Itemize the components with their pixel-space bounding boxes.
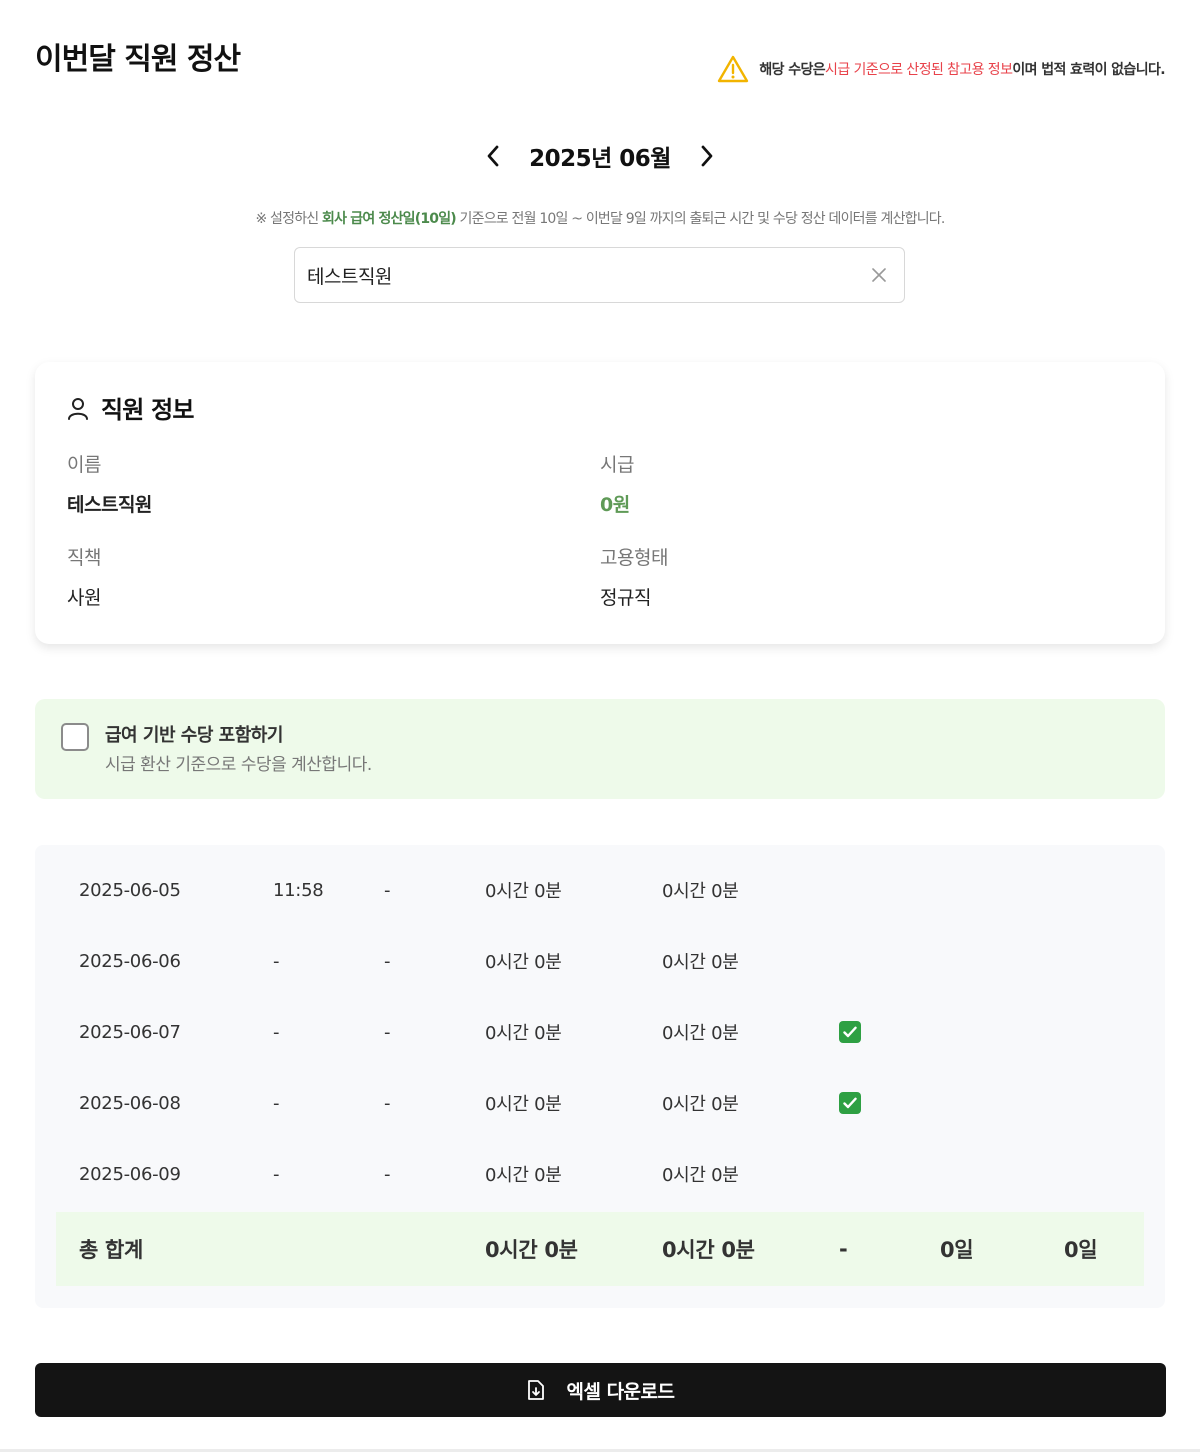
attendance-table: 총 합계 0시간 0분 0시간 0분 - 0일 0일 2025-06-05 11:… [35, 845, 1165, 1308]
period-note-highlight: 회사 급여 정산일(10일) [322, 211, 457, 227]
row-check-in: 11:58 [273, 879, 324, 901]
row-work-time: 0시간 0분 [485, 1023, 562, 1044]
file-download-icon [527, 1380, 544, 1400]
close-icon [872, 268, 886, 282]
row-check-in: - [273, 1163, 280, 1185]
current-month-label: 2025년 06월 [529, 146, 671, 172]
table-row: 2025-06-08 - - 0시간 0분 0시간 0분 [35, 1078, 1165, 1128]
disclaimer-notice: 해당 수당은 시급 기준으로 산정된 참고용 정보 이며 법적 효력이 없습니다… [717, 55, 1166, 83]
total-work-time: 0시간 0분 [485, 1238, 578, 1262]
row-check-out: - [384, 950, 391, 972]
employment-type-value: 정규직 [600, 587, 651, 609]
employee-search-input[interactable] [307, 264, 866, 286]
row-check-cell [839, 1007, 861, 1057]
row-date: 2025-06-08 [79, 1092, 181, 1114]
row-extra-time: 0시간 0분 [662, 1165, 739, 1186]
chevron-left-icon [487, 145, 499, 167]
row-date: 2025-06-09 [79, 1163, 181, 1185]
employment-type-label: 고용형태 [600, 547, 668, 569]
employee-info-card: 직원 정보 이름 테스트직원 시급 0원 직책 사원 고용형태 정규직 [35, 362, 1165, 644]
user-icon [68, 397, 88, 420]
wage-field: 시급 0원 [600, 450, 634, 517]
position-field: 직책 사원 [67, 543, 101, 610]
salary-allowance-option: 급여 기반 수당 포함하기 시급 환산 기준으로 수당을 계산합니다. [35, 699, 1165, 799]
prev-month-button[interactable] [475, 138, 511, 174]
row-work-time: 0시간 0분 [485, 952, 562, 973]
position-value: 사원 [67, 587, 101, 609]
period-note-suffix: 기준으로 전월 10일 ~ 이번달 9일 까지의 출퇴근 시간 및 수당 정산 … [455, 211, 946, 227]
employment-type-field: 고용형태 정규직 [600, 543, 668, 610]
row-check-in: - [273, 950, 280, 972]
row-check-in: - [273, 1021, 280, 1043]
notice-highlight: 시급 기준으로 산정된 참고용 정보 [825, 62, 1013, 78]
position-label: 직책 [67, 547, 101, 569]
employee-search-box [294, 247, 905, 303]
row-date: 2025-06-07 [79, 1021, 181, 1043]
warning-icon [718, 55, 749, 83]
row-extra-time: 0시간 0분 [662, 1023, 739, 1044]
allowance-title: 급여 기반 수당 포함하기 [105, 725, 283, 746]
row-date: 2025-06-05 [79, 879, 181, 901]
allowance-description: 시급 환산 기준으로 수당을 계산합니다. [105, 755, 372, 775]
row-check-cell [839, 1078, 861, 1128]
row-work-time: 0시간 0분 [485, 1094, 562, 1115]
wage-label: 시급 [600, 454, 634, 476]
total-days-1: 0일 [940, 1238, 974, 1262]
row-check-out: - [384, 1092, 391, 1114]
period-note-prefix: ※ 설정하신 [255, 211, 323, 227]
name-label: 이름 [67, 454, 101, 476]
row-check-in: - [273, 1092, 280, 1114]
month-navigator: 2025년 06월 [0, 138, 1200, 174]
notice-prefix: 해당 수당은 [759, 62, 826, 78]
employee-info-title-text: 직원 정보 [101, 396, 194, 424]
employee-info-title: 직원 정보 [67, 390, 194, 425]
total-extra-time: 0시간 0분 [662, 1238, 755, 1262]
total-row: 총 합계 0시간 0분 0시간 0분 - 0일 0일 [56, 1212, 1144, 1286]
row-date: 2025-06-06 [79, 950, 181, 972]
row-check-out: - [384, 879, 391, 901]
table-row: 2025-06-09 - - 0시간 0분 0시간 0분 [35, 1149, 1165, 1199]
total-days-2: 0일 [1064, 1238, 1098, 1262]
row-extra-time: 0시간 0분 [662, 952, 739, 973]
excel-download-label: 엑셀 다운로드 [566, 1380, 676, 1403]
name-field: 이름 테스트직원 [67, 450, 152, 517]
clear-search-button[interactable] [866, 262, 892, 288]
row-check-out: - [384, 1163, 391, 1185]
wage-value: 0원 [600, 494, 630, 516]
include-allowance-checkbox[interactable] [61, 723, 89, 751]
check-mark-icon [839, 1092, 861, 1114]
row-check-out: - [384, 1021, 391, 1043]
row-extra-time: 0시간 0분 [662, 881, 739, 902]
row-work-time: 0시간 0분 [485, 881, 562, 902]
total-dash: - [839, 1237, 848, 1261]
total-label: 총 합계 [79, 1238, 144, 1262]
next-month-button[interactable] [689, 138, 725, 174]
row-work-time: 0시간 0분 [485, 1165, 562, 1186]
check-mark-icon [839, 1021, 861, 1043]
notice-suffix: 이며 법적 효력이 없습니다. [1012, 62, 1165, 78]
chevron-right-icon [701, 145, 713, 167]
table-row: 2025-06-07 - - 0시간 0분 0시간 0분 [35, 1007, 1165, 1057]
page-title: 이번달 직원 정산 [35, 42, 241, 77]
table-row: 2025-06-05 11:58 - 0시간 0분 0시간 0분 [35, 865, 1165, 915]
row-extra-time: 0시간 0분 [662, 1094, 739, 1115]
table-row: 2025-06-06 - - 0시간 0분 0시간 0분 [35, 936, 1165, 986]
excel-download-button[interactable]: 엑셀 다운로드 [35, 1363, 1166, 1417]
settlement-period-note: ※ 설정하신 회사 급여 정산일(10일) 기준으로 전월 10일 ~ 이번달 … [0, 208, 1200, 228]
name-value: 테스트직원 [67, 494, 152, 516]
